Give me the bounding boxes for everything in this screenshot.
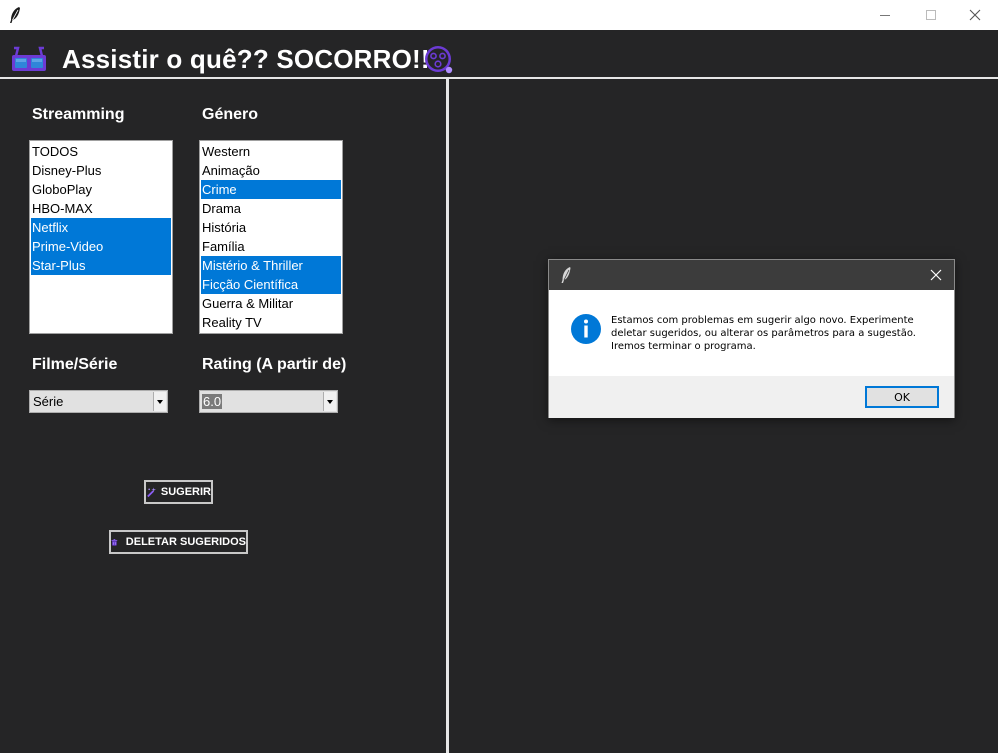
suggest-button-label: SUGERIR <box>160 486 211 498</box>
dialog-message-line: Iremos terminar o programa. <box>611 341 756 352</box>
close-icon <box>969 9 981 21</box>
genre-list-item[interactable]: Drama <box>201 199 341 218</box>
maximize-icon <box>926 10 936 20</box>
dialog-close-button[interactable] <box>921 262 951 288</box>
type-label: Filme/Série <box>32 356 118 373</box>
panel-divider <box>446 79 449 753</box>
streaming-list-item[interactable]: Prime-Video <box>31 237 171 256</box>
suggest-button[interactable]: SUGERIR <box>144 480 213 504</box>
maximize-button[interactable] <box>908 0 954 30</box>
window-titlebar <box>0 0 998 30</box>
genre-list-item[interactable]: Western <box>201 142 341 161</box>
type-select[interactable]: Série <box>29 390 168 413</box>
info-dialog: Estamos com problemas em sugerir algo no… <box>548 259 955 418</box>
genre-list-item[interactable]: Guerra & Militar <box>201 294 341 313</box>
dialog-message-line: Estamos com problemas em sugerir algo no… <box>611 315 914 326</box>
trash-can-icon <box>111 538 118 546</box>
minimize-button[interactable] <box>862 0 908 30</box>
streaming-listbox[interactable]: TODOS Disney-Plus GloboPlay HBO-MAX Netflix P… <box>29 140 173 334</box>
ok-button[interactable]: OK <box>865 386 939 408</box>
close-icon <box>930 269 942 281</box>
3d-glasses-icon <box>12 46 46 71</box>
genre-list-item[interactable]: Animação <box>201 161 341 180</box>
rating-select-value: 6.0 <box>202 394 223 409</box>
dialog-footer: OK <box>549 376 954 418</box>
delete-suggested-button[interactable]: DELETAR SUGERIDOS <box>109 530 248 554</box>
chevron-down-icon <box>157 399 163 404</box>
info-icon <box>571 314 601 344</box>
type-dropdown-button[interactable] <box>153 392 166 411</box>
genre-list-item[interactable]: Ficção Científica <box>201 275 341 294</box>
dialog-message: Estamos com problemas em sugerir algo no… <box>611 314 951 353</box>
header-divider <box>0 77 998 79</box>
close-window-button[interactable] <box>952 0 998 30</box>
genre-list-item[interactable]: Família <box>201 237 341 256</box>
rating-dropdown-button[interactable] <box>323 392 336 411</box>
rating-label: Rating (A partir de) <box>202 356 347 373</box>
genre-list-item[interactable]: História <box>201 218 341 237</box>
streaming-list-item[interactable]: Star-Plus <box>31 256 171 275</box>
genre-listbox[interactable]: Western Animação Crime Drama História Família… <box>199 140 343 334</box>
chevron-down-icon <box>327 399 333 404</box>
streaming-label: Streamming <box>32 106 125 123</box>
genre-list-item[interactable]: Reality TV <box>201 313 341 332</box>
type-select-value: Série <box>33 394 64 409</box>
feather-icon <box>10 7 20 23</box>
streaming-list-item[interactable]: Disney-Plus <box>31 161 171 180</box>
streaming-list-item[interactable]: TODOS <box>31 142 171 161</box>
genre-list-item[interactable]: Mistério & Thriller <box>201 256 341 275</box>
delete-suggested-button-label: DELETAR SUGERIDOS <box>125 536 246 548</box>
dialog-body: Estamos com problemas em sugerir algo no… <box>549 290 954 376</box>
dialog-titlebar <box>549 260 954 290</box>
genre-label: Género <box>202 106 259 123</box>
feather-icon <box>561 267 571 283</box>
genre-list-item[interactable]: Crime <box>201 180 341 199</box>
magic-wand-icon <box>147 487 156 498</box>
minimize-icon <box>880 15 890 16</box>
streaming-list-item[interactable]: GloboPlay <box>31 180 171 199</box>
rating-select[interactable]: 6.0 <box>199 390 338 413</box>
confused-face-icon <box>425 46 453 74</box>
dialog-message-line: deletar sugeridos, ou alterar os parâmet… <box>611 328 916 339</box>
page-title: Assistir o quê?? SOCORRO!!! <box>62 44 439 74</box>
streaming-list-item[interactable]: HBO-MAX <box>31 199 171 218</box>
streaming-list-item[interactable]: Netflix <box>31 218 171 237</box>
